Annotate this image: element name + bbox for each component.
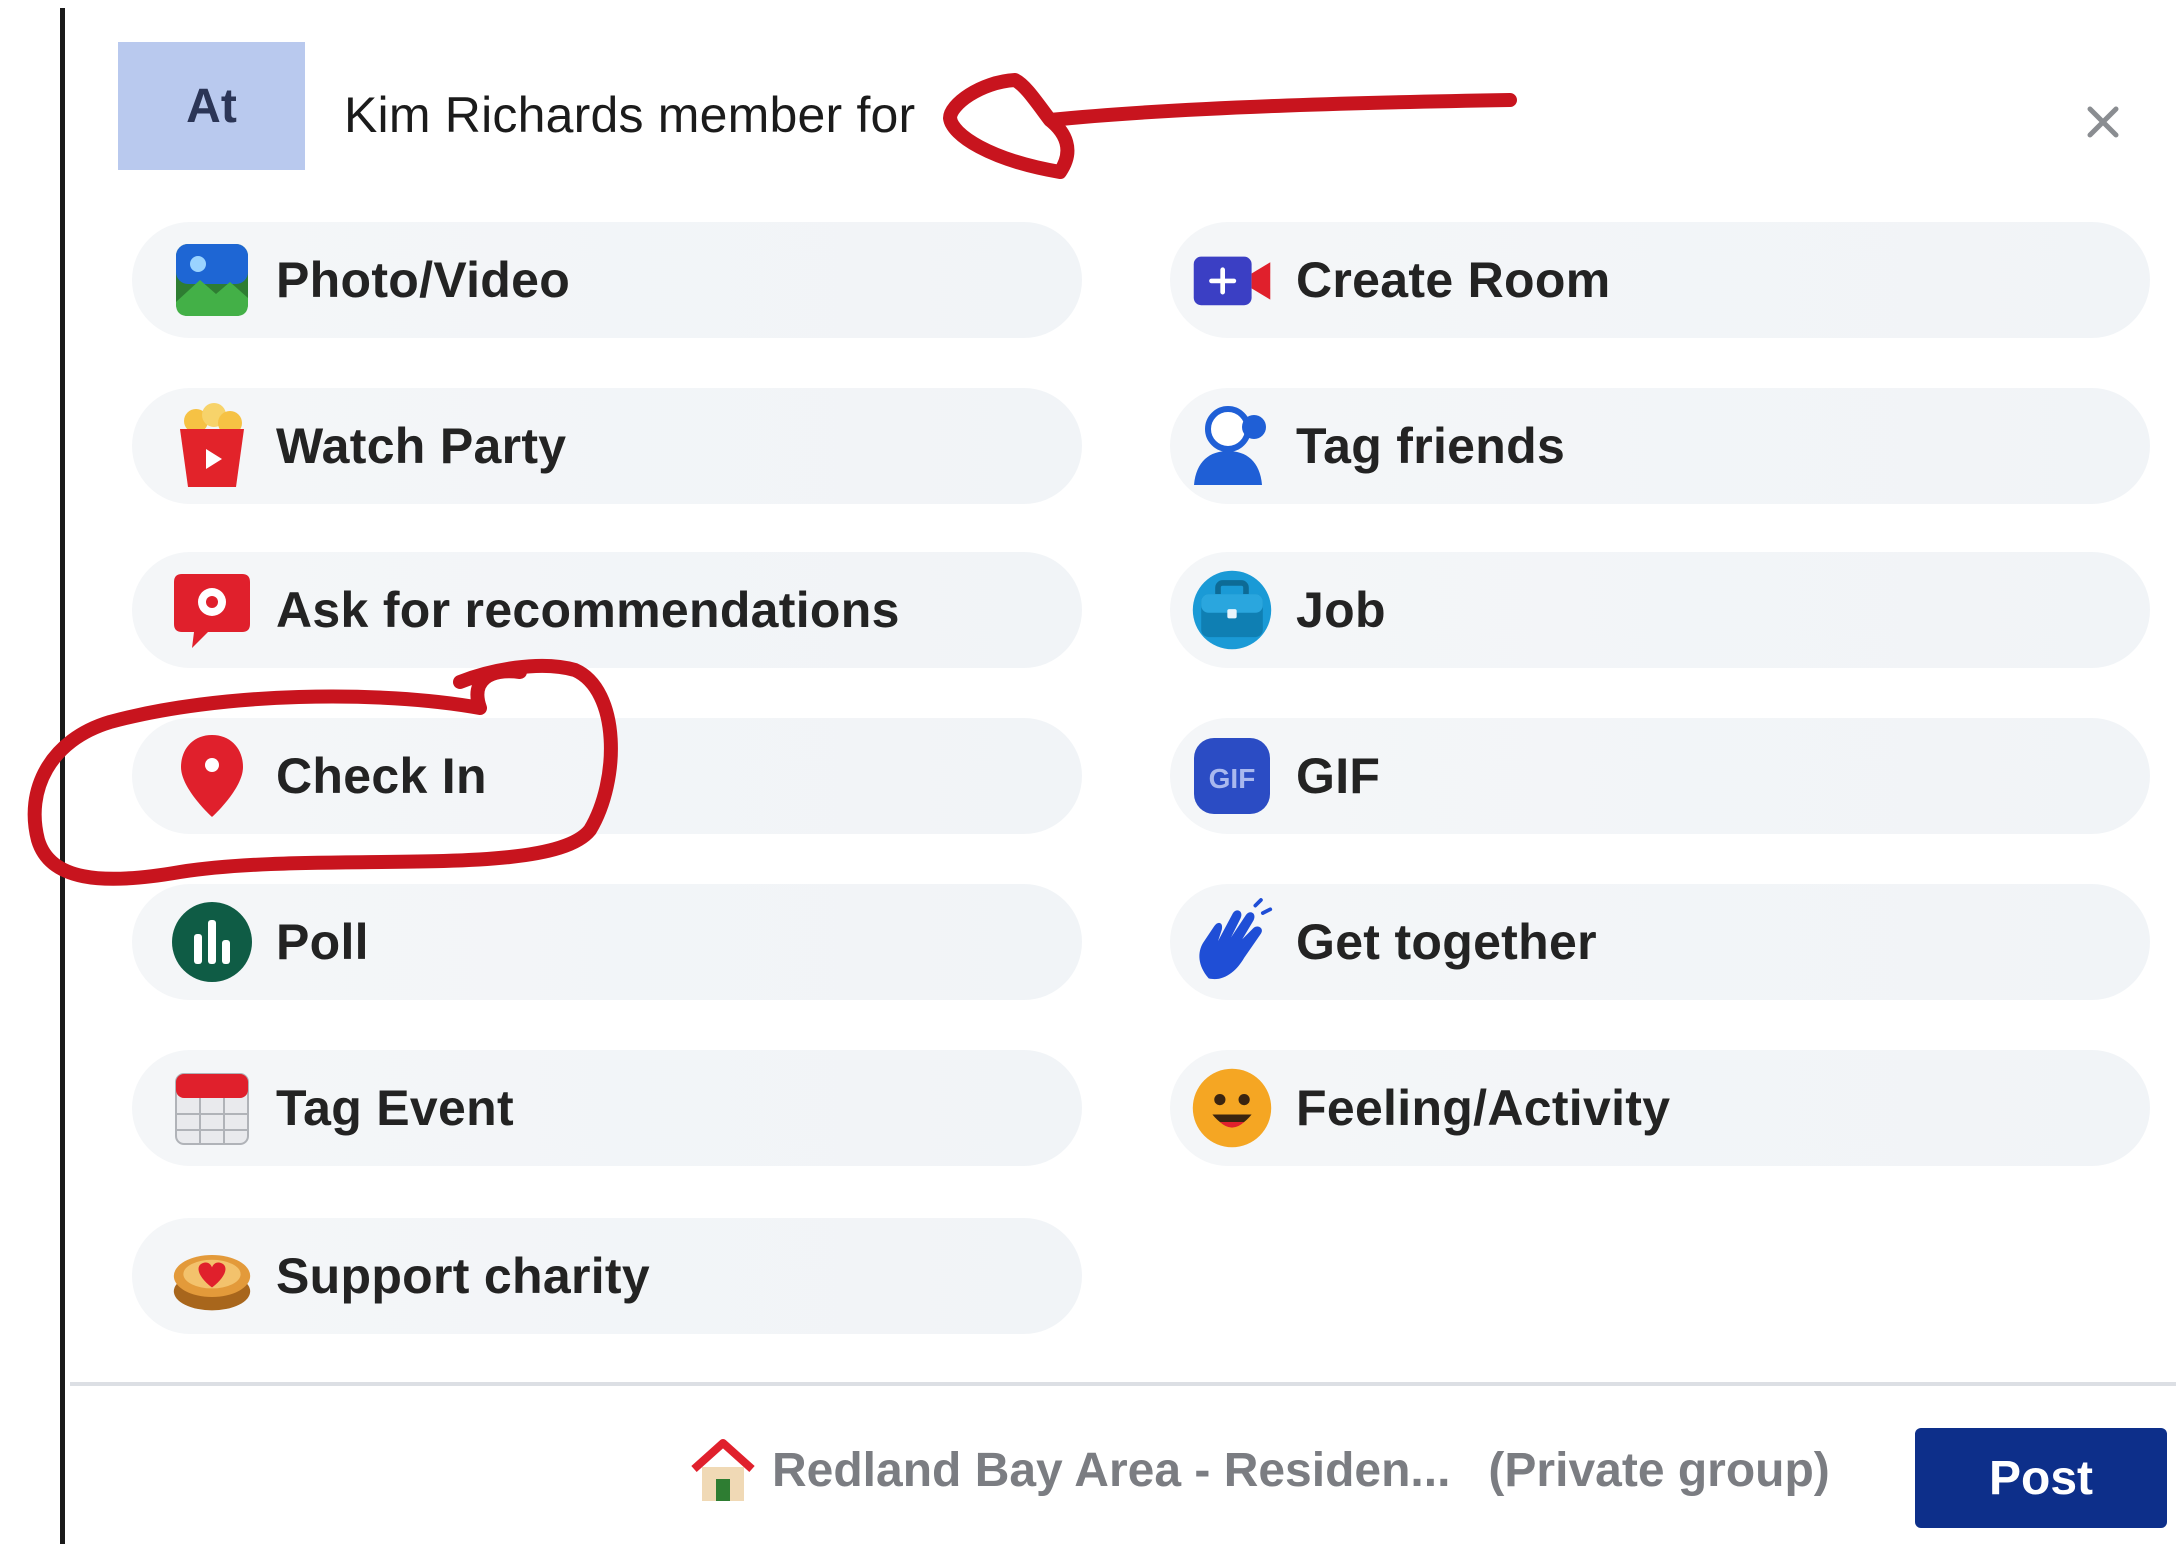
poll-icon: [170, 900, 254, 984]
option-feeling-activity[interactable]: Feeling/Activity: [1170, 1050, 2150, 1166]
option-support-charity[interactable]: Support charity: [132, 1218, 1082, 1334]
smiley-icon: [1190, 1066, 1274, 1150]
tag-friends-icon: [1190, 404, 1274, 488]
option-job[interactable]: Job: [1170, 552, 2150, 668]
photo-video-icon: [170, 238, 254, 322]
option-get-together[interactable]: Get together: [1170, 884, 2150, 1000]
group-name: Redland Bay Area - Residen...: [772, 1443, 1451, 1497]
gif-icon: GIF: [1190, 734, 1274, 818]
post-label: Post: [1988, 1451, 2093, 1505]
option-label: Create Room: [1296, 252, 1611, 308]
annotation-circle-icon: [27, 658, 618, 886]
briefcase-icon: [1190, 568, 1274, 652]
wave-hand-icon: [1190, 898, 1274, 984]
option-label: GIF: [1296, 748, 1381, 804]
footer-divider: [70, 1382, 2176, 1386]
group-selector[interactable]: Redland Bay Area - Residen... (Private g…: [688, 1430, 1830, 1510]
charity-icon: [170, 1234, 254, 1318]
option-tag-event[interactable]: Tag Event: [132, 1050, 1082, 1166]
option-tag-friends[interactable]: Tag friends: [1170, 388, 2150, 504]
option-label: Support charity: [276, 1248, 650, 1304]
post-button[interactable]: Post: [1915, 1428, 2167, 1528]
calendar-icon: [170, 1066, 254, 1150]
option-label: Get together: [1296, 914, 1597, 970]
option-label: Ask for recommendations: [276, 582, 900, 638]
avatar[interactable]: At: [118, 42, 305, 170]
recommendations-icon: [170, 568, 254, 652]
header-title: Kim Richards member for: [344, 87, 916, 143]
option-gif[interactable]: GIF GIF: [1170, 718, 2150, 834]
option-create-room[interactable]: Create Room: [1170, 222, 2150, 338]
avatar-text: At: [186, 79, 237, 133]
video-room-icon: [1190, 238, 1274, 322]
option-label: Watch Party: [276, 418, 567, 474]
option-photo-video[interactable]: Photo/Video: [132, 222, 1082, 338]
house-icon: [691, 1439, 755, 1501]
option-label: Poll: [276, 914, 369, 970]
option-watch-party[interactable]: Watch Party: [132, 388, 1082, 504]
group-privacy: (Private group): [1488, 1443, 1830, 1497]
watch-party-icon: [170, 403, 254, 488]
option-label: Job: [1296, 582, 1386, 638]
option-label: Tag Event: [276, 1080, 514, 1136]
annotation-arrow-icon: [943, 73, 1517, 179]
close-icon: [2087, 106, 2119, 138]
option-label: Tag friends: [1296, 418, 1566, 474]
close-button[interactable]: [2073, 92, 2133, 152]
svg-text:GIF: GIF: [1209, 763, 1256, 794]
option-label: Feeling/Activity: [1296, 1080, 1671, 1136]
option-label: Photo/Video: [276, 252, 571, 308]
